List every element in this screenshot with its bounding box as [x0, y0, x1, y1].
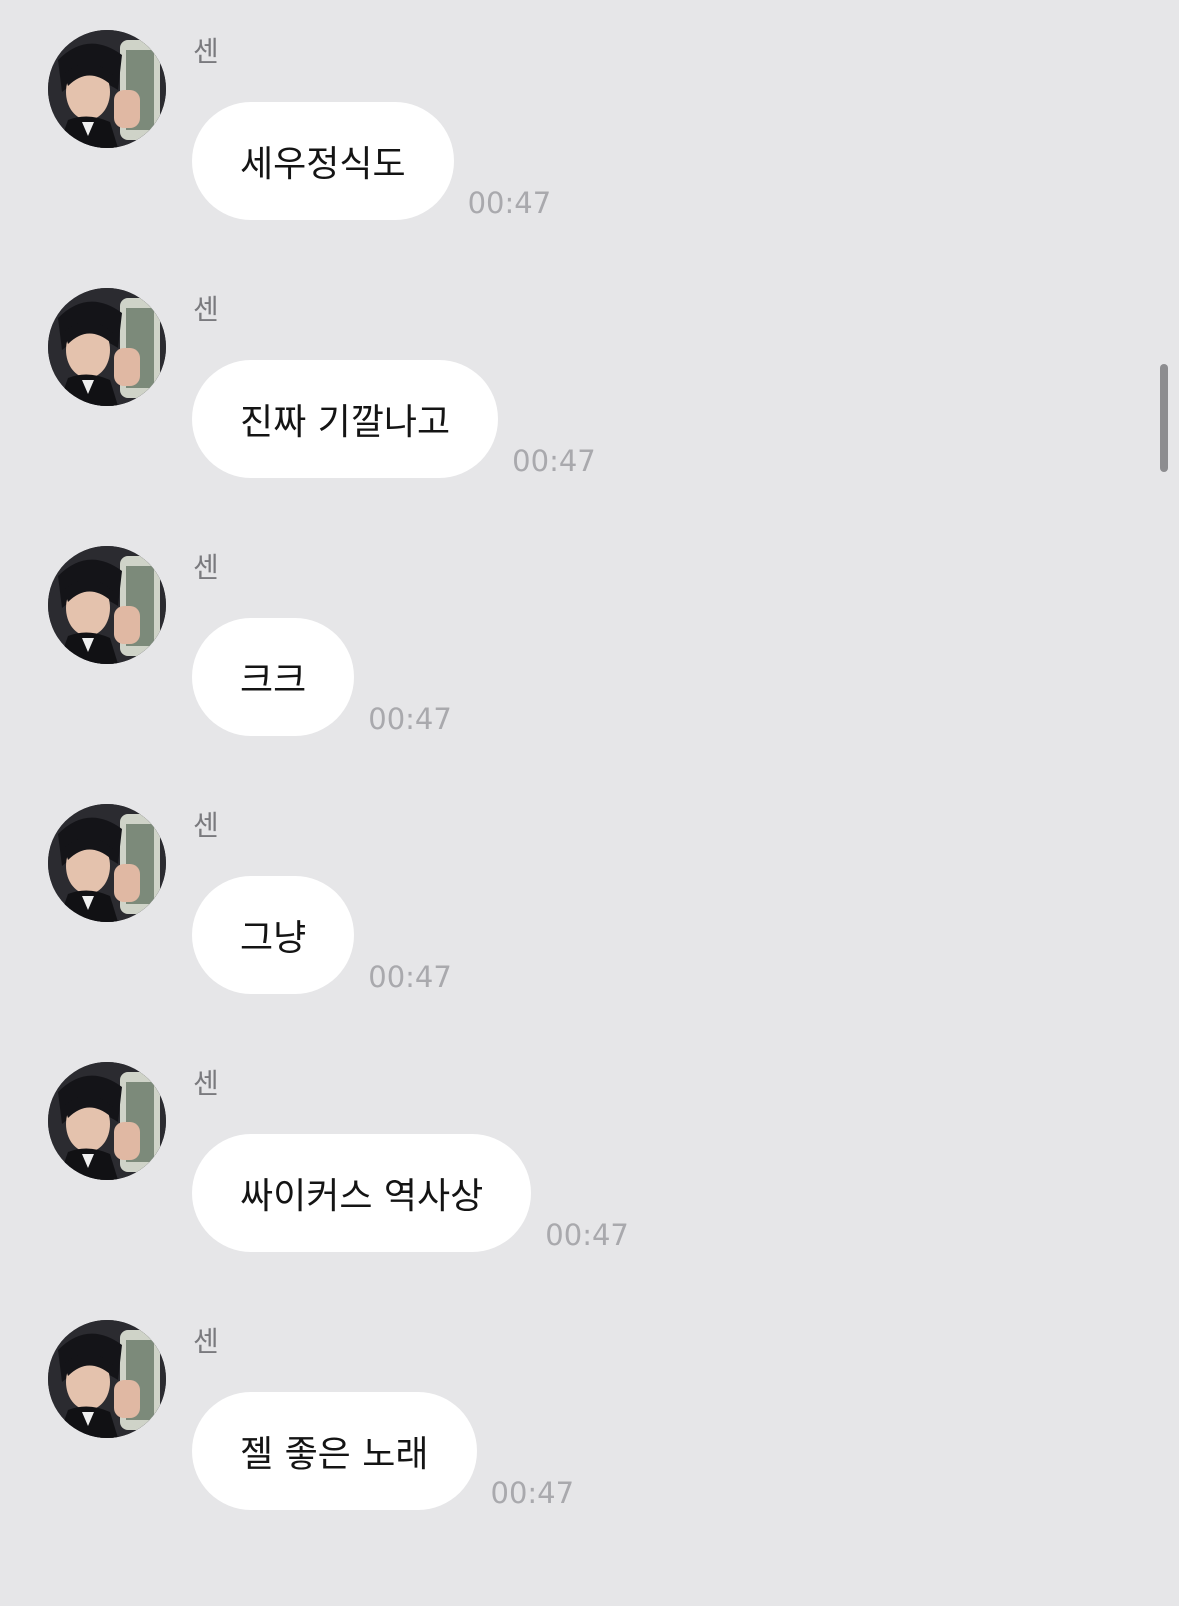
message-timestamp: 00:47 [368, 960, 452, 994]
sender-name: 센 [193, 1325, 219, 1358]
message-timestamp: 00:47 [368, 702, 452, 736]
message-bubble[interactable]: 그냥 [192, 876, 355, 994]
sender-name: 센 [193, 809, 219, 842]
profile-photo-icon [48, 1062, 166, 1180]
message-bubble[interactable]: 진짜 기깔나고 [192, 360, 499, 478]
message-row: 진짜 기깔나고 00:47 [192, 360, 596, 478]
message-bubble[interactable]: 싸이커스 역사상 [192, 1134, 532, 1252]
sender-name: 센 [193, 551, 219, 584]
scrollbar-thumb[interactable] [1160, 364, 1168, 472]
message-bubble[interactable]: 크크 [192, 618, 355, 736]
sender-name: 센 [193, 1067, 219, 1100]
message-timestamp: 00:47 [467, 186, 552, 220]
message-row: 싸이커스 역사상 00:47 [192, 1134, 629, 1252]
message-row: 크크 00:47 [192, 618, 452, 736]
profile-photo-icon [48, 30, 166, 148]
message-item: 센 그냥 00:47 [0, 804, 1100, 1004]
message-timestamp: 00:47 [545, 1218, 629, 1252]
sender-name: 센 [193, 35, 219, 68]
profile-photo-icon [48, 804, 166, 922]
message-item: 센 세우정식도 00:47 [0, 30, 1100, 230]
message-item: 센 젤 좋은 노래 00:47 [0, 1320, 1100, 1520]
avatar[interactable] [48, 288, 166, 406]
avatar[interactable] [48, 546, 166, 664]
message-row: 그냥 00:47 [192, 876, 452, 994]
chat-window: 센 세우정식도 00:47 센 진짜 기깔나고 00:47 센 크크 00:47… [0, 0, 1179, 1606]
message-timestamp: 00:47 [512, 444, 596, 478]
avatar[interactable] [48, 804, 166, 922]
avatar[interactable] [48, 1062, 166, 1180]
message-row: 세우정식도 00:47 [192, 102, 551, 220]
message-bubble[interactable]: 세우정식도 [192, 102, 454, 220]
message-item: 센 크크 00:47 [0, 546, 1100, 746]
message-bubble[interactable]: 젤 좋은 노래 [192, 1392, 477, 1510]
message-item: 센 싸이커스 역사상 00:47 [0, 1062, 1100, 1262]
profile-photo-icon [48, 546, 166, 664]
avatar[interactable] [48, 1320, 166, 1438]
message-timestamp: 00:47 [490, 1476, 575, 1510]
message-row: 젤 좋은 노래 00:47 [192, 1392, 574, 1510]
sender-name: 센 [193, 293, 219, 326]
avatar[interactable] [48, 30, 166, 148]
profile-photo-icon [48, 288, 166, 406]
profile-photo-icon [48, 1320, 166, 1438]
message-item: 센 진짜 기깔나고 00:47 [0, 288, 1100, 488]
